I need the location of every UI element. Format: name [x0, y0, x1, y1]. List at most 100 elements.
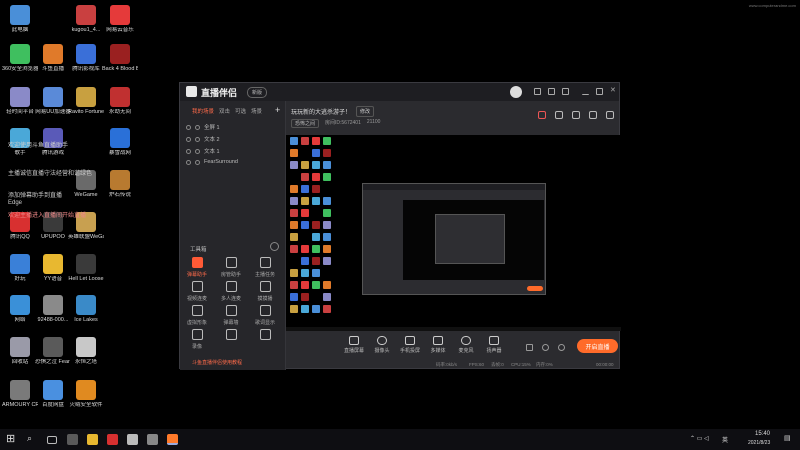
task-view-icon[interactable]: [47, 436, 57, 444]
play-icon: [433, 336, 443, 345]
version-badge[interactable]: 新版: [247, 87, 268, 98]
clock-time[interactable]: 15:40: [755, 431, 770, 437]
lock-icon[interactable]: [195, 136, 200, 142]
app-icon[interactable]: [127, 434, 138, 445]
eye-icon[interactable]: [186, 136, 191, 142]
tab-double[interactable]: 双击: [219, 107, 230, 115]
app-icon[interactable]: [67, 434, 78, 445]
settings-icon[interactable]: [548, 88, 555, 95]
notification-icon[interactable]: ▤: [784, 434, 791, 442]
scene-item[interactable]: 全屏 1: [186, 123, 220, 131]
menu-icon[interactable]: [562, 88, 569, 95]
toolbox-item[interactable]: 主播任务: [252, 257, 278, 278]
add-scene-button[interactable]: +: [275, 105, 280, 115]
gift-icon[interactable]: [538, 111, 546, 119]
minimize-icon[interactable]: [582, 88, 589, 95]
toolbox-item[interactable]: 虚拟形象: [184, 305, 210, 326]
desktop-icon[interactable]: 火绒安全软件: [69, 380, 103, 408]
desktop-icon[interactable]: 360安全浏览器: [2, 44, 38, 72]
desktop-icon[interactable]: 斗鱼直播: [36, 44, 70, 72]
avatar[interactable]: [510, 86, 522, 98]
desktop-icon-label: 92488-000...: [37, 317, 69, 323]
scene-item[interactable]: 文本 2: [186, 135, 220, 143]
title-bar[interactable]: 直播伴侣 新版 ✕: [180, 83, 619, 101]
speaker-button[interactable]: 扬声器: [481, 336, 507, 354]
toolbox-item[interactable]: [218, 329, 244, 343]
toolbox-item[interactable]: [252, 329, 278, 343]
eye-icon[interactable]: [542, 344, 549, 351]
phone-cast-button[interactable]: 手机投屏: [397, 336, 423, 354]
start-live-button[interactable]: 开启直播: [577, 339, 618, 353]
scene-item[interactable]: 文本 1: [186, 147, 220, 155]
tab-scene[interactable]: 场景: [251, 107, 262, 115]
close-icon[interactable]: ✕: [610, 87, 617, 94]
category-badge[interactable]: 恐怖之间: [291, 119, 320, 128]
preview-icon: [301, 305, 309, 313]
tray-icons[interactable]: ⌃ ▭ ◁: [690, 435, 709, 442]
desktop-icon[interactable]: kugou1_4...: [69, 5, 103, 33]
chat-icon[interactable]: [572, 111, 580, 119]
tutorial-link[interactable]: 斗鱼直播伴侣使用教程: [192, 359, 242, 366]
gear-icon[interactable]: [558, 344, 565, 351]
media-button[interactable]: 多媒体: [425, 336, 451, 354]
desktop-icon[interactable]: 永劫无间: [103, 87, 137, 115]
microphone-button[interactable]: 麦克风: [453, 336, 479, 354]
desktop-icon[interactable]: Ice Lakes: [69, 295, 103, 323]
desktop-icon[interactable]: 网易UU加速器: [35, 87, 71, 115]
lock-icon[interactable]: [195, 124, 200, 130]
app-icon[interactable]: [107, 434, 118, 445]
toolbox-item[interactable]: 房管助手: [218, 257, 244, 278]
maximize-icon[interactable]: [596, 88, 603, 95]
lock-icon[interactable]: [195, 159, 200, 165]
desktop-icon[interactable]: Ravito Fortune: [68, 87, 104, 115]
scene-item[interactable]: FearSurround: [186, 159, 238, 165]
desktop-icon[interactable]: ARMOURY CRATE: [2, 380, 38, 408]
desktop-icon[interactable]: 永恒之塔: [69, 337, 103, 365]
toolbox-item[interactable]: 摸摸播: [252, 281, 278, 302]
tab-optional[interactable]: 可选: [235, 107, 246, 115]
desktop-icon[interactable]: 恐惧之泣 Fear sur...: [35, 337, 71, 365]
folder-icon[interactable]: [87, 434, 98, 445]
lock-icon[interactable]: [195, 148, 200, 154]
toolbox-item[interactable]: 歌词显示: [252, 305, 278, 326]
toolbox-item[interactable]: 弹幕助手: [184, 257, 210, 278]
search-icon[interactable]: ⌕: [27, 433, 32, 444]
camera-button[interactable]: 摄像头: [369, 336, 395, 354]
toolbox-item[interactable]: 录像: [184, 329, 210, 350]
tab-my-scenes[interactable]: 我的场景: [192, 107, 214, 115]
desktop-icon[interactable]: 暴雪战网: [103, 128, 137, 156]
record-icon[interactable]: [526, 344, 533, 351]
start-button[interactable]: ⊞: [6, 432, 15, 445]
desktop-icon[interactable]: 炉石传说: [103, 170, 137, 198]
share-icon[interactable]: [606, 111, 614, 119]
edit-title-button[interactable]: 修改: [356, 106, 375, 117]
toolbox-item[interactable]: 多人连麦: [218, 281, 244, 302]
desktop-icon[interactable]: Hell Let Loose: [68, 254, 104, 282]
desktop-icon[interactable]: 轻时间平台: [3, 87, 37, 115]
toolbox-item[interactable]: 弹幕墙: [218, 305, 244, 326]
desktop-icon[interactable]: 网络: [3, 295, 37, 323]
app-icon[interactable]: [147, 434, 158, 445]
clock-date[interactable]: 2021/8/23: [748, 440, 770, 446]
input-language[interactable]: 英: [722, 435, 728, 444]
collapse-icon[interactable]: [270, 242, 279, 251]
desktop-icon[interactable]: YY语音: [36, 254, 70, 282]
desktop-icon[interactable]: 此电脑: [3, 5, 37, 33]
record-icon[interactable]: [555, 111, 563, 119]
desktop-icon[interactable]: 腾讯影视库: [69, 44, 103, 72]
desktop-icon[interactable]: 百度网盘: [36, 380, 70, 408]
bell-icon[interactable]: [589, 111, 597, 119]
desktop-icon[interactable]: 92488-000...: [36, 295, 70, 323]
stream-preview[interactable]: [286, 135, 621, 331]
live-companion-taskbar-icon[interactable]: [167, 434, 178, 445]
message-icon[interactable]: [534, 88, 541, 95]
desktop-icon[interactable]: 好玩: [3, 254, 37, 282]
eye-icon[interactable]: [186, 159, 191, 165]
eye-icon[interactable]: [186, 124, 191, 130]
eye-icon[interactable]: [186, 148, 191, 154]
desktop-icon[interactable]: 网易云音乐: [103, 5, 137, 33]
toolbox-item[interactable]: 视频连麦: [184, 281, 210, 302]
desktop-icon[interactable]: 回收站: [3, 337, 37, 365]
desktop-icon[interactable]: Back 4 Blood Beta: [102, 44, 138, 72]
screen-capture-button[interactable]: 直播屏幕: [341, 336, 367, 354]
